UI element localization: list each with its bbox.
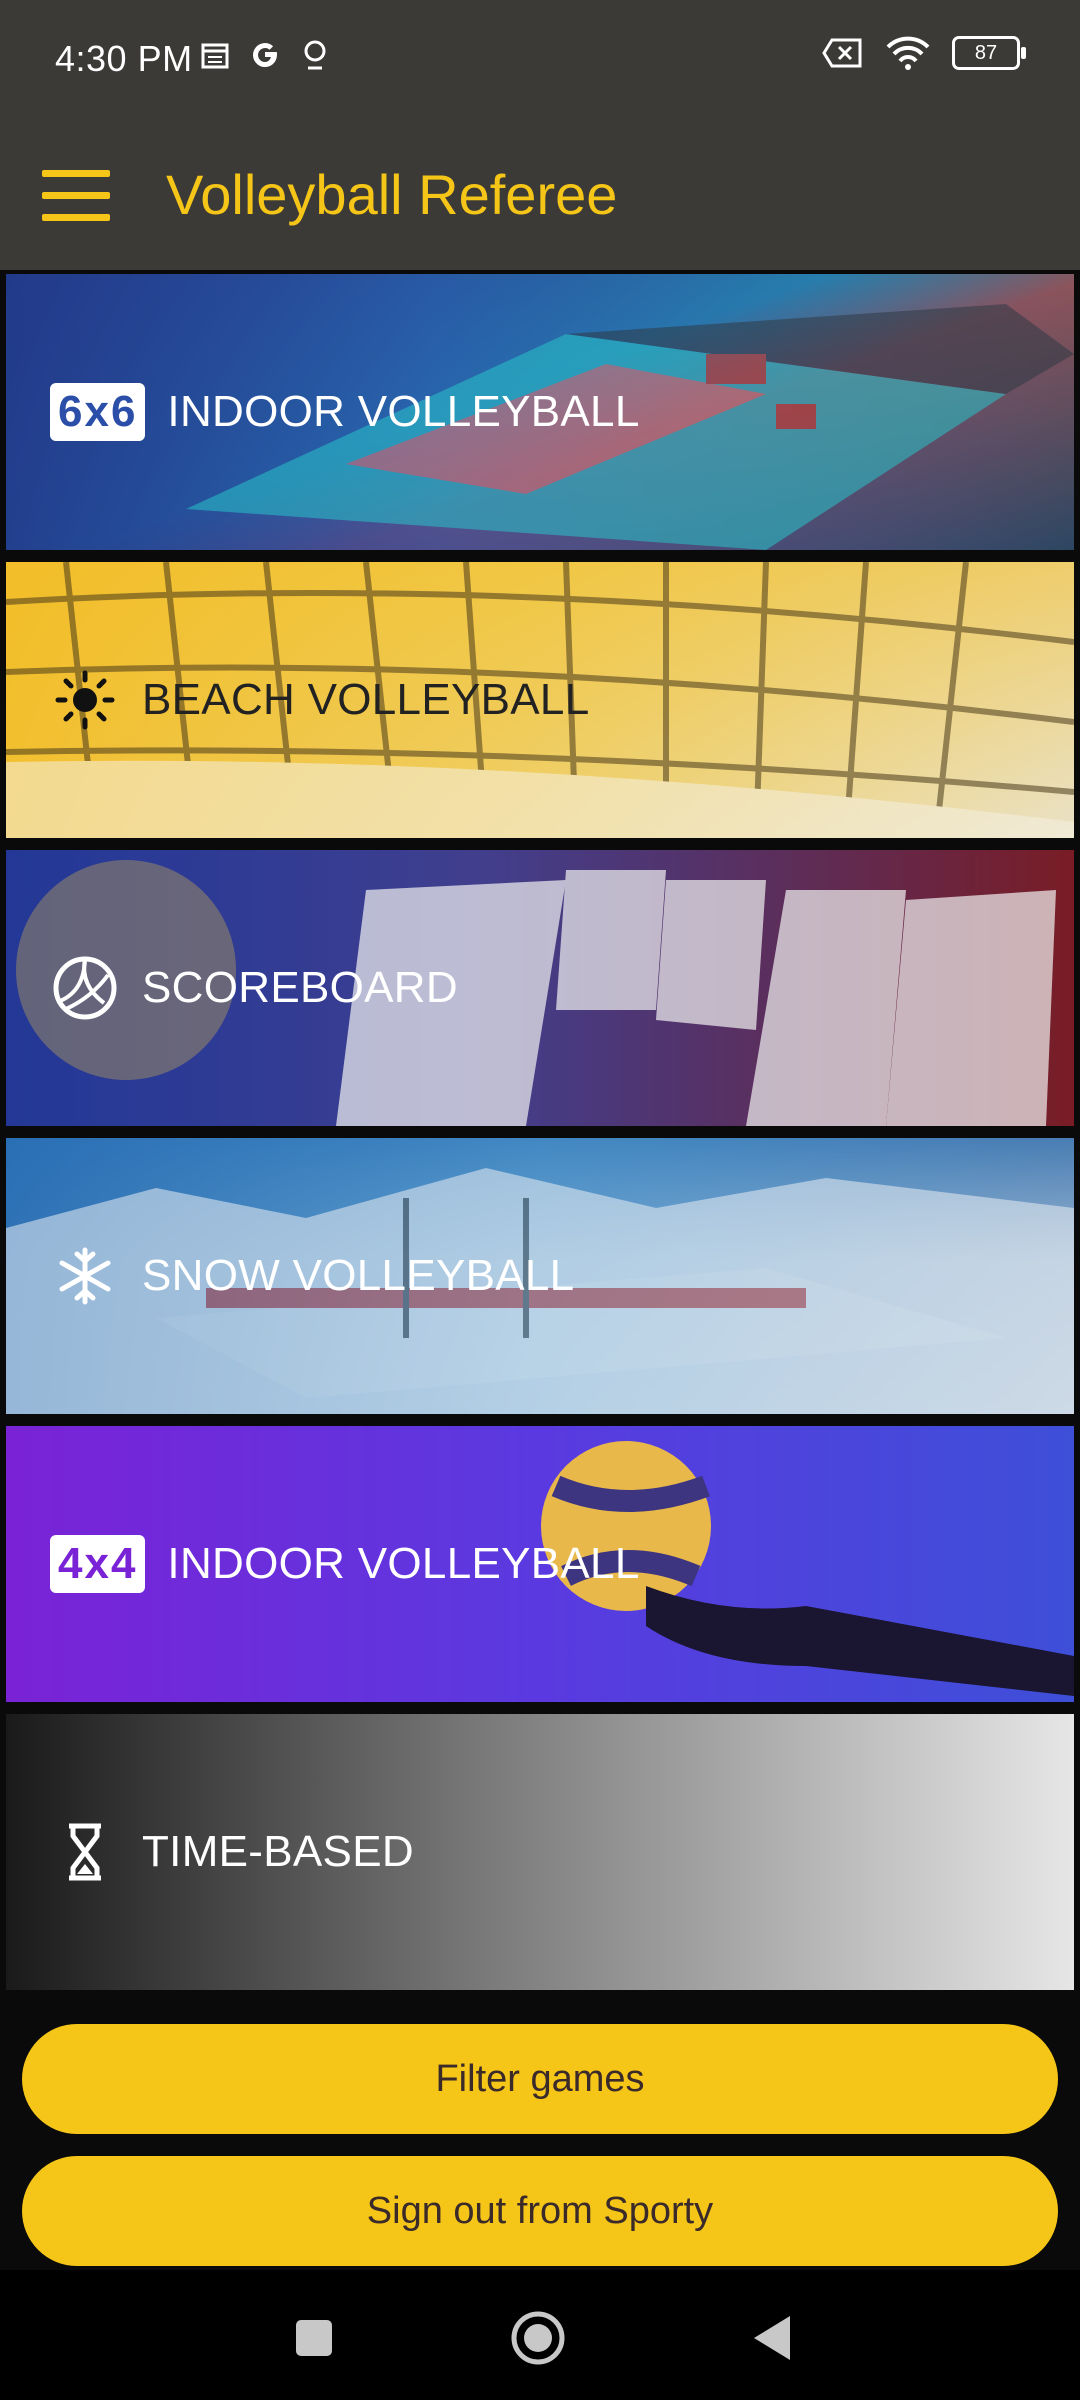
card-title: INDOOR VOLLEYBALL [167,1539,640,1588]
home-icon[interactable] [508,2308,568,2368]
card-time-based[interactable]: TIME-BASED [6,1714,1074,1990]
card-title: SNOW VOLLEYBALL [142,1251,575,1300]
hamburger-menu-icon[interactable] [42,162,112,232]
sign-out-button[interactable]: Sign out from Sporty [22,2156,1058,2266]
card-title: SCOREBOARD [142,963,458,1012]
wifi-icon [886,36,930,70]
badge-4x4: 4x4 [50,1535,146,1593]
status-bar: 4:30 PM 87 [0,0,1080,124]
sun-icon [50,665,120,735]
card-indoor-volleyball-6x6[interactable]: 6x6 INDOOR VOLLEYBALL [6,274,1074,550]
app-bar: Volleyball Referee [0,124,1080,270]
card-title: INDOOR VOLLEYBALL [167,387,640,436]
google-icon [253,43,278,68]
status-icons-left [200,38,330,72]
card-snow-volleyball[interactable]: SNOW VOLLEYBALL [6,1138,1074,1414]
card-beach-volleyball[interactable]: BEACH VOLLEYBALL [6,562,1074,838]
hourglass-icon [50,1817,120,1887]
card-label-row: SNOW VOLLEYBALL [50,1138,574,1414]
card-indoor-volleyball-4x4[interactable]: 4x4 INDOOR VOLLEYBALL [6,1426,1074,1702]
card-label-row: BEACH VOLLEYBALL [50,562,589,838]
system-nav-bar [0,2270,1080,2400]
calendar-icon [201,43,229,69]
recents-icon[interactable] [284,2308,344,2368]
filter-games-button[interactable]: Filter games [22,2024,1058,2134]
location-icon [304,40,326,70]
card-scoreboard[interactable]: SCOREBOARD [6,850,1074,1126]
card-label-row: 6x6 INDOOR VOLLEYBALL [50,274,640,550]
volleyball-icon [50,953,120,1023]
battery-indicator: 87 [952,36,1026,70]
badge-6x6: 6x6 [50,383,146,441]
card-title: BEACH VOLLEYBALL [142,675,590,724]
card-title: TIME-BASED [142,1827,414,1876]
sim-off-icon [822,38,862,68]
card-label-row: TIME-BASED [50,1714,414,1990]
back-icon[interactable] [742,2308,802,2368]
card-label-row: 4x4 INDOOR VOLLEYBALL [50,1426,640,1702]
card-label-row: SCOREBOARD [50,850,458,1126]
status-time: 4:30 PM [55,38,193,79]
app-title: Volleyball Referee [166,163,618,226]
status-icons-right: 87 [822,36,1026,70]
snowflake-icon [50,1241,120,1311]
